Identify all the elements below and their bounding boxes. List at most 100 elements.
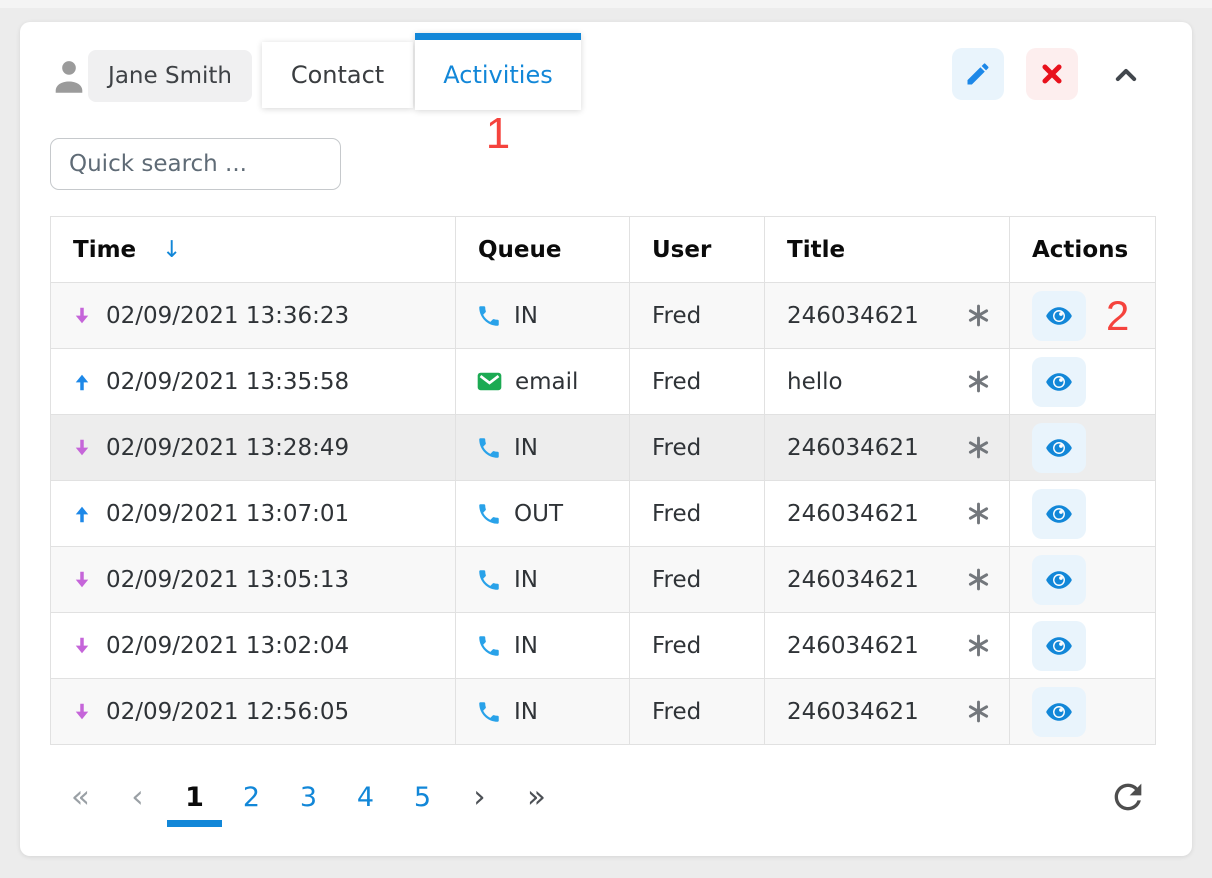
title-cell: 246034621 xyxy=(765,283,1010,349)
table-header-row: Time↓ Queue User Title Actions xyxy=(51,217,1156,283)
view-activity-button[interactable] xyxy=(1032,291,1086,341)
tab-activities-label: Activities xyxy=(443,61,553,89)
arrow-down-icon xyxy=(71,634,93,658)
time-cell: 02/09/2021 13:07:01 xyxy=(51,481,456,547)
table-row[interactable]: 02/09/2021 12:56:05 IN Fred 246034621 xyxy=(51,679,1156,745)
activity-time: 02/09/2021 12:56:05 xyxy=(106,699,349,725)
pagination-page[interactable]: 1 xyxy=(166,775,223,819)
pagination-page[interactable]: 2 xyxy=(223,775,280,819)
actions-cell xyxy=(1010,679,1156,745)
x-icon xyxy=(1039,61,1065,87)
arrow-down-icon xyxy=(71,436,93,460)
view-activity-button[interactable] xyxy=(1032,555,1086,605)
activity-title: 246034621 xyxy=(787,435,919,461)
delete-contact-button[interactable] xyxy=(1026,48,1078,100)
title-cell: hello xyxy=(765,349,1010,415)
activity-title: 246034621 xyxy=(787,501,919,527)
view-activity-button[interactable] xyxy=(1032,621,1086,671)
pencil-icon xyxy=(964,60,992,88)
activity-title: hello xyxy=(787,369,843,395)
actions-cell: 2 xyxy=(1010,283,1156,349)
time-cell: 02/09/2021 13:05:13 xyxy=(51,547,456,613)
asterisk-icon xyxy=(966,303,991,328)
edit-contact-button[interactable] xyxy=(952,48,1004,100)
time-cell: 02/09/2021 13:36:23 xyxy=(51,283,456,349)
column-header-user: User xyxy=(630,217,765,283)
actions-cell xyxy=(1010,613,1156,679)
panel-header: Jane Smith Contact Activities 1 xyxy=(20,22,1192,138)
user-name: Fred xyxy=(652,567,701,593)
column-header-title: Title xyxy=(765,217,1010,283)
user-cell: Fred xyxy=(630,547,765,613)
pagination-bar: « ‹ 12345 › » xyxy=(52,775,1148,820)
queue-label: IN xyxy=(514,303,538,329)
arrow-up-icon xyxy=(71,370,93,394)
refresh-button[interactable] xyxy=(1108,777,1148,820)
contact-activities-panel: Jane Smith Contact Activities 1 xyxy=(20,22,1192,856)
title-cell: 246034621 xyxy=(765,481,1010,547)
table-row[interactable]: 02/09/2021 13:02:04 IN Fred 246034621 xyxy=(51,613,1156,679)
tab-activities[interactable]: Activities 1 xyxy=(415,33,581,110)
sort-desc-icon: ↓ xyxy=(162,237,181,263)
queue-label: OUT xyxy=(514,501,563,527)
column-header-actions: Actions xyxy=(1010,217,1156,283)
table-row[interactable]: 02/09/2021 13:07:01 OUT Fred 246034621 xyxy=(51,481,1156,547)
chevron-up-icon xyxy=(1110,61,1142,89)
column-header-time[interactable]: Time↓ xyxy=(51,217,456,283)
eye-icon xyxy=(1045,632,1073,660)
user-cell: Fred xyxy=(630,415,765,481)
user-name: Fred xyxy=(652,501,701,527)
queue-cell: email xyxy=(456,349,630,415)
queue-label: IN xyxy=(514,435,538,461)
phone-icon xyxy=(476,567,502,593)
view-activity-button[interactable] xyxy=(1032,489,1086,539)
column-header-queue: Queue xyxy=(456,217,630,283)
email-icon xyxy=(476,368,503,395)
pagination-page[interactable]: 5 xyxy=(394,775,451,819)
pagination-first[interactable]: « xyxy=(52,775,109,819)
user-cell: Fred xyxy=(630,349,765,415)
activities-table-body: 02/09/2021 13:36:23 IN Fred 246034621 xyxy=(51,283,1156,745)
phone-icon xyxy=(476,303,502,329)
view-activity-button[interactable] xyxy=(1032,687,1086,737)
view-activity-button[interactable] xyxy=(1032,357,1086,407)
pagination-page[interactable]: 3 xyxy=(280,775,337,819)
table-row[interactable]: 02/09/2021 13:05:13 IN Fred 246034621 xyxy=(51,547,1156,613)
pagination-page[interactable]: 4 xyxy=(337,775,394,819)
user-cell: Fred xyxy=(630,679,765,745)
table-row[interactable]: 02/09/2021 13:28:49 IN Fred 246034621 xyxy=(51,415,1156,481)
table-row[interactable]: 02/09/2021 13:36:23 IN Fred 246034621 xyxy=(51,283,1156,349)
activity-time: 02/09/2021 13:36:23 xyxy=(106,303,349,329)
activity-title: 246034621 xyxy=(787,633,919,659)
phone-icon xyxy=(476,699,502,725)
activity-time: 02/09/2021 13:02:04 xyxy=(106,633,349,659)
table-row[interactable]: 02/09/2021 13:35:58 email Fred hello xyxy=(51,349,1156,415)
user-name: Fred xyxy=(652,435,701,461)
view-activity-button[interactable] xyxy=(1032,423,1086,473)
eye-icon xyxy=(1045,434,1073,462)
pagination-last[interactable]: » xyxy=(508,775,565,819)
arrow-down-icon xyxy=(71,700,93,724)
actions-cell xyxy=(1010,547,1156,613)
queue-cell: OUT xyxy=(456,481,630,547)
pagination-next[interactable]: › xyxy=(451,775,508,819)
actions-cell xyxy=(1010,415,1156,481)
tab-contact[interactable]: Contact xyxy=(262,42,413,108)
pagination-prev[interactable]: ‹ xyxy=(109,775,166,819)
user-cell: Fred xyxy=(630,283,765,349)
arrow-down-icon xyxy=(71,304,93,328)
queue-label: email xyxy=(515,369,578,395)
queue-cell: IN xyxy=(456,547,630,613)
collapse-panel-button[interactable] xyxy=(1102,56,1150,94)
eye-icon xyxy=(1045,368,1073,396)
queue-cell: IN xyxy=(456,283,630,349)
title-cell: 246034621 xyxy=(765,679,1010,745)
eye-icon xyxy=(1045,302,1073,330)
time-cell: 02/09/2021 13:02:04 xyxy=(51,613,456,679)
activity-title: 246034621 xyxy=(787,567,919,593)
quick-search-input[interactable] xyxy=(50,138,341,190)
activity-time: 02/09/2021 13:35:58 xyxy=(106,369,349,395)
activity-title: 246034621 xyxy=(787,303,919,329)
eye-icon xyxy=(1045,566,1073,594)
time-cell: 02/09/2021 13:35:58 xyxy=(51,349,456,415)
